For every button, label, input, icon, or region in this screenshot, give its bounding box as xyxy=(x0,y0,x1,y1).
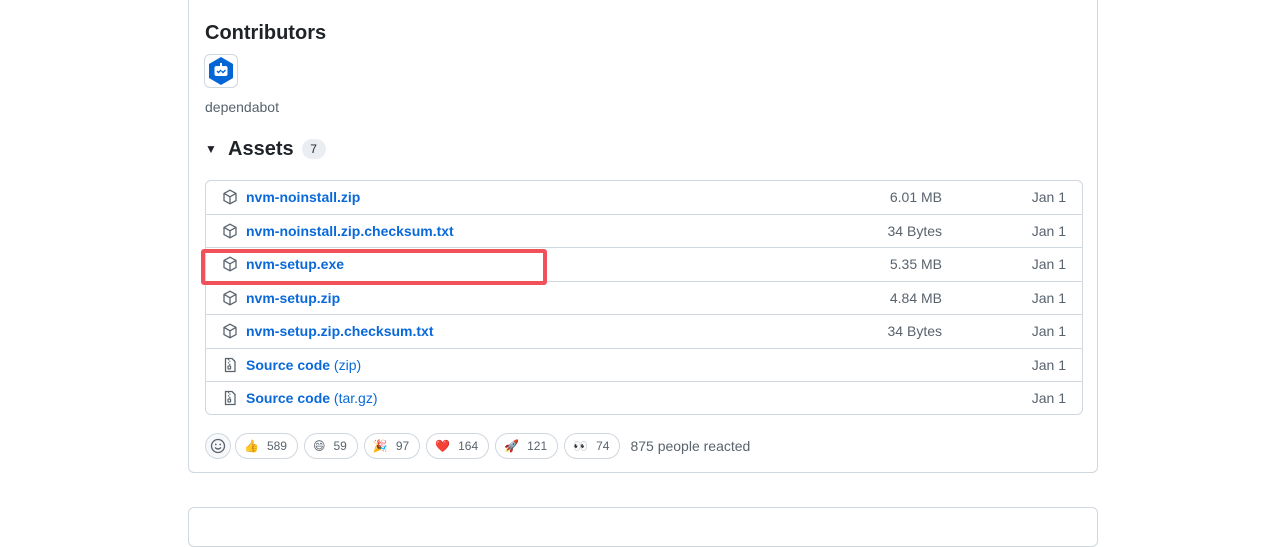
reactions-bar: 👍 589 😄 59 🎉 97 ❤️ 164 🚀 121 👀 74 875 people reacte… xyxy=(205,433,750,459)
asset-size: 6.01 MB xyxy=(889,189,942,205)
asset-row: nvm-noinstall.zip.checksum.txt 34 Bytes Ja… xyxy=(206,215,1082,248)
asset-row: nvm-noinstall.zip 6.01 MB Jan 1 xyxy=(206,181,1082,215)
reaction-count: 589 xyxy=(266,439,287,453)
package-icon xyxy=(222,223,238,239)
asset-size: 5.35 MB xyxy=(889,256,942,272)
asset-suffix: (tar.gz) xyxy=(333,390,378,406)
asset-row: nvm-setup.exe 5.35 MB Jan 1 xyxy=(206,248,1082,282)
reaction-button-eyes[interactable]: 👀 74 xyxy=(564,433,621,459)
asset-link[interactable]: nvm-noinstall.zip.checksum.txt xyxy=(246,223,454,239)
asset-row: nvm-setup.zip 4.84 MB Jan 1 xyxy=(206,282,1082,315)
thumbs-up-emoji: 👍 xyxy=(244,439,259,453)
reaction-button-thumbs-up[interactable]: 👍 589 xyxy=(235,433,298,459)
assets-count-badge: 7 xyxy=(301,139,326,159)
add-reaction-button[interactable] xyxy=(205,433,231,459)
asset-row: nvm-setup.zip.checksum.txt 34 Bytes Jan 1 xyxy=(206,315,1082,349)
avatar-dependabot[interactable] xyxy=(204,54,238,88)
asset-date: Jan 1 xyxy=(1031,256,1066,272)
asset-name: nvm-noinstall.zip xyxy=(246,189,361,205)
smiley-icon xyxy=(210,438,226,454)
asset-name: nvm-setup.zip.checksum.txt xyxy=(246,323,434,339)
asset-link[interactable]: Source code (zip) xyxy=(246,357,361,373)
asset-date: Jan 1 xyxy=(1031,289,1066,306)
triangle-down-icon[interactable]: ▼ xyxy=(205,142,219,156)
asset-suffix: (zip) xyxy=(333,356,362,373)
reaction-button-laugh[interactable]: 😄 59 xyxy=(303,433,358,459)
reaction-count: 59 xyxy=(333,439,347,453)
package-icon xyxy=(222,256,238,272)
asset-link[interactable]: nvm-setup.exe xyxy=(246,256,344,272)
file-zip-icon xyxy=(222,390,238,406)
rocket-emoji: 🚀 xyxy=(504,439,520,453)
asset-name: Source code xyxy=(246,390,331,406)
asset-date: Jan 1 xyxy=(1031,390,1066,406)
asset-row: Source code (tar.gz) Jan 1 xyxy=(206,382,1082,414)
package-icon xyxy=(222,189,238,205)
dependabot-robot-icon xyxy=(209,57,233,85)
reaction-button-hooray[interactable]: 🎉 97 xyxy=(363,433,421,459)
asset-row: Source code (zip) Jan 1 xyxy=(206,349,1082,382)
asset-size: 34 Bytes xyxy=(887,323,942,339)
assets-list: nvm-noinstall.zip 6.01 MB Jan 1 nvm-noinsta… xyxy=(205,180,1083,415)
contributors-heading: Contributors xyxy=(205,22,327,44)
asset-name: nvm-noinstall.zip.checksum.txt xyxy=(246,222,454,239)
hooray-emoji: 🎉 xyxy=(372,439,388,453)
asset-size: 4.84 MB xyxy=(889,289,942,306)
eyes-emoji: 👀 xyxy=(573,439,589,453)
contributor-name[interactable]: dependabot xyxy=(205,99,279,115)
asset-link[interactable]: nvm-setup.zip xyxy=(246,290,340,306)
reaction-count: 97 xyxy=(395,439,410,453)
asset-date: Jan 1 xyxy=(1031,323,1066,339)
reaction-button-heart[interactable]: ❤️ 164 xyxy=(426,433,490,459)
file-zip-icon xyxy=(222,357,238,373)
asset-link[interactable]: Source code (tar.gz) xyxy=(246,390,378,406)
asset-date: Jan 1 xyxy=(1031,356,1066,373)
reaction-count: 164 xyxy=(458,439,479,453)
package-icon xyxy=(222,290,238,306)
package-icon xyxy=(222,323,238,339)
assets-heading[interactable]: Assets xyxy=(228,138,294,161)
asset-link[interactable]: nvm-noinstall.zip xyxy=(246,189,360,205)
reactions-summary: 875 people reacted xyxy=(630,438,751,454)
laugh-emoji: 😄 xyxy=(312,439,326,453)
heart-emoji: ❤️ xyxy=(435,439,451,453)
assets-toggle[interactable]: ▼ Assets 7 xyxy=(205,136,326,162)
next-release-card xyxy=(188,507,1098,547)
asset-name: nvm-setup.exe xyxy=(246,256,345,272)
reaction-count: 121 xyxy=(527,439,548,453)
asset-link[interactable]: nvm-setup.zip.checksum.txt xyxy=(246,323,434,339)
asset-name: Source code xyxy=(246,356,331,373)
asset-date: Jan 1 xyxy=(1031,189,1066,205)
asset-date: Jan 1 xyxy=(1031,222,1066,239)
reaction-button-rocket[interactable]: 🚀 121 xyxy=(495,433,559,459)
asset-size: 34 Bytes xyxy=(887,222,942,239)
reaction-count: 74 xyxy=(596,439,610,453)
asset-name: nvm-setup.zip xyxy=(246,289,341,306)
